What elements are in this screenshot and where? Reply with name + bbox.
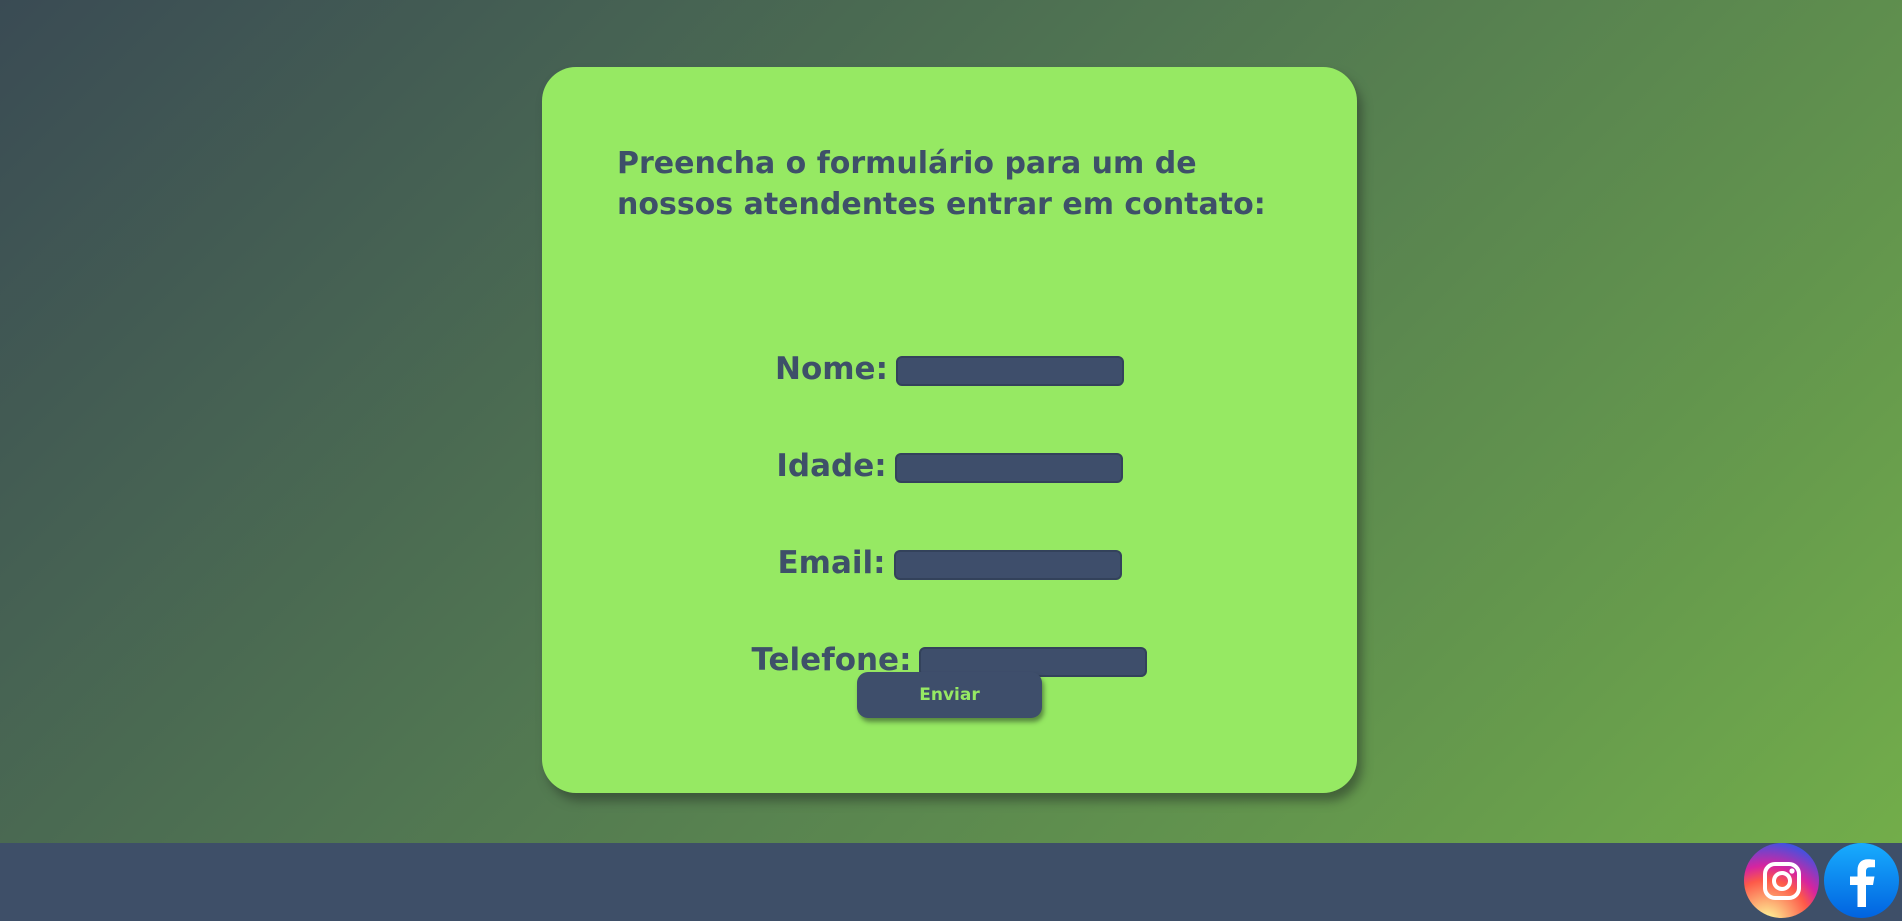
field-row-nome: Nome: xyxy=(542,344,1357,394)
footer xyxy=(0,843,1902,921)
enviar-button[interactable]: Enviar xyxy=(857,672,1042,718)
idade-label: Idade: xyxy=(776,448,887,484)
facebook-link[interactable] xyxy=(1824,843,1899,918)
instagram-icon xyxy=(1762,861,1801,900)
nome-label: Nome: xyxy=(775,351,888,387)
facebook-icon xyxy=(1849,858,1875,907)
contact-form-card: Preencha o formulário para um de nossos … xyxy=(542,67,1357,793)
form-heading: Preencha o formulário para um de nossos … xyxy=(617,146,1266,222)
email-input[interactable] xyxy=(893,550,1122,580)
instagram-link[interactable] xyxy=(1744,843,1819,918)
email-label: Email: xyxy=(777,545,886,581)
field-row-idade: Idade: xyxy=(542,441,1357,491)
page-background: Preencha o formulário para um de nossos … xyxy=(0,0,1902,843)
nome-input[interactable] xyxy=(895,356,1124,386)
field-row-email: Email: xyxy=(542,538,1357,588)
idade-input[interactable] xyxy=(894,453,1123,483)
